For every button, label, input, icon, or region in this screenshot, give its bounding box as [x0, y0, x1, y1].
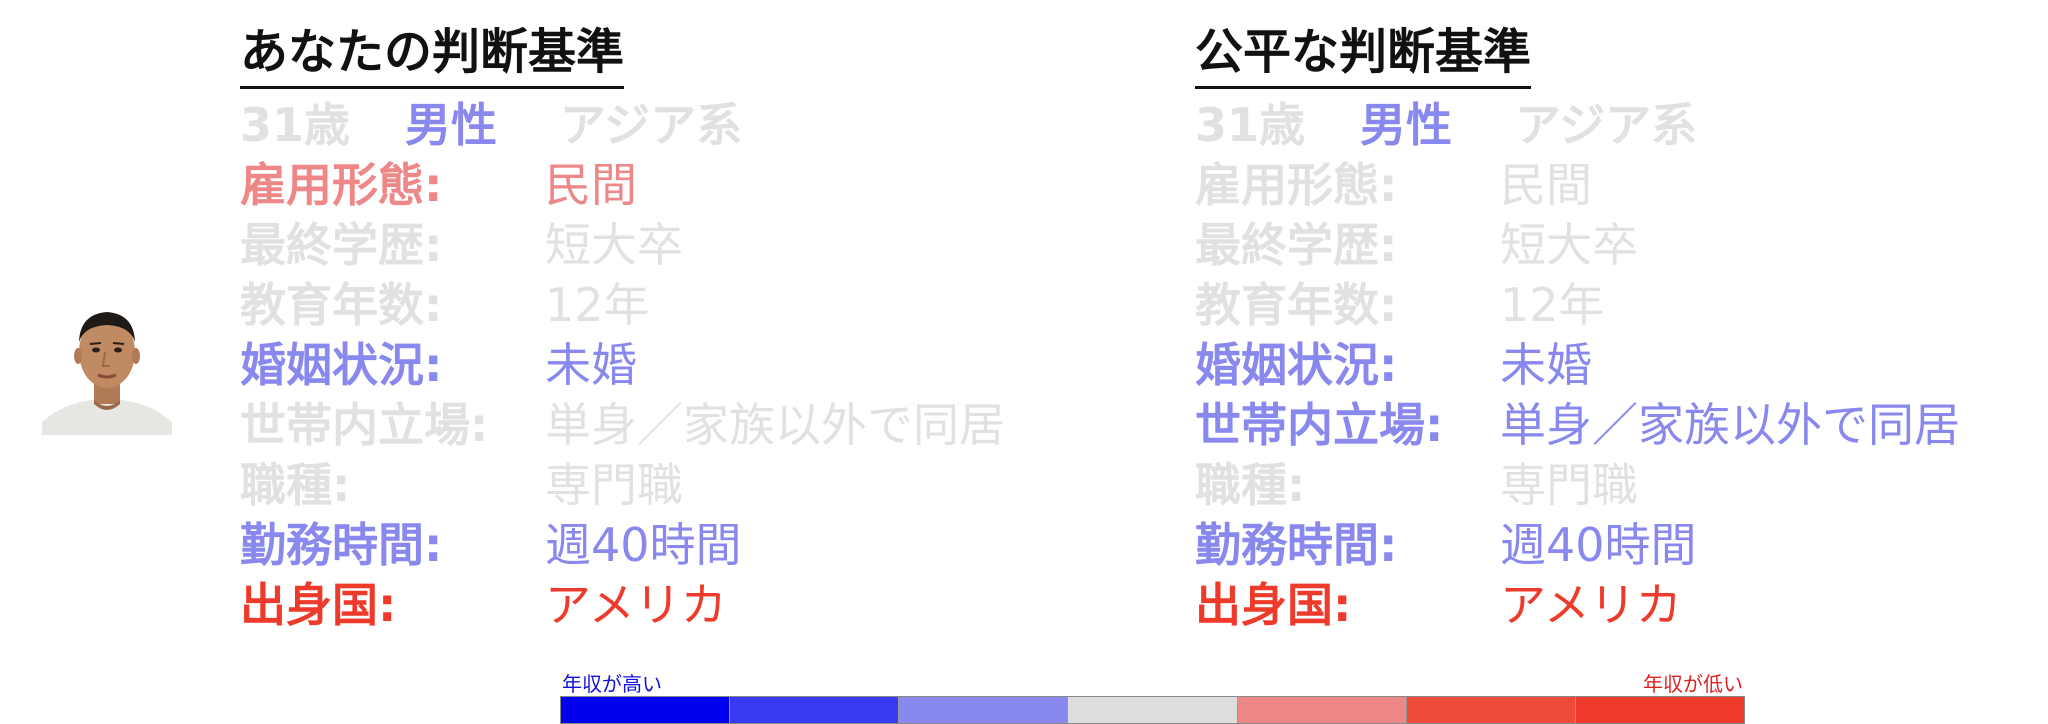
attribute-label: 教育年数:	[240, 278, 443, 332]
demographics-row: 31歳 男性 アジア系	[1195, 95, 1697, 155]
attribute-value: 短大卒	[545, 218, 683, 272]
attribute-row-household: 世帯内立場: 単身／家族以外で同居	[1195, 395, 1960, 455]
attribute-row-hours: 勤務時間: 週40時間	[1195, 515, 1697, 575]
legend-labels: 年収が高い 年収が低い	[560, 668, 1745, 696]
attribute-value: 単身／家族以外で同居	[545, 398, 1005, 452]
legend-color-scale	[560, 696, 1745, 724]
legend-swatch	[561, 697, 731, 723]
legend-swatch	[899, 697, 1069, 723]
attribute-row-education: 最終学歴: 短大卒	[1195, 215, 1697, 275]
person-photo	[42, 312, 172, 435]
panel-fair-criteria: 公平な判断基準 31歳 男性 アジア系 雇用形態: 民間 最終学歴: 短大卒 教育年…	[1195, 20, 1960, 635]
attribute-label: 婚姻状況:	[240, 338, 443, 392]
attribute-value: 未婚	[1500, 338, 1592, 392]
attribute-value: 専門職	[1500, 458, 1638, 512]
ethnicity-label: アジア系	[560, 98, 743, 152]
panel-title: 公平な判断基準	[1195, 20, 1532, 89]
attribute-label: 職種:	[240, 458, 351, 512]
attribute-label: 勤務時間:	[1195, 518, 1398, 572]
legend-swatch	[1575, 697, 1744, 723]
attribute-label: 出身国:	[240, 578, 397, 632]
attribute-row-country: 出身国: アメリカ	[240, 575, 742, 635]
attribute-value: アメリカ	[545, 578, 727, 632]
attribute-value: 週40時間	[1500, 518, 1697, 572]
attribute-label: 世帯内立場:	[240, 398, 489, 452]
legend-swatch	[1237, 697, 1407, 723]
attribute-value: 専門職	[545, 458, 683, 512]
gender-label: 男性	[1360, 98, 1452, 152]
attribute-row-occupation: 職種: 専門職	[1195, 455, 1697, 515]
gender-label: 男性	[405, 98, 497, 152]
attribute-value: 12年	[545, 278, 650, 332]
age-label: 31歳	[240, 98, 351, 152]
attribute-value: 民間	[1500, 158, 1592, 212]
attribute-label: 職種:	[1195, 458, 1306, 512]
attribute-row-occupation: 職種: 専門職	[240, 455, 742, 515]
attribute-row-country: 出身国: アメリカ	[1195, 575, 1697, 635]
attribute-label: 世帯内立場:	[1195, 398, 1444, 452]
attribute-value: 未婚	[545, 338, 637, 392]
attribute-value: 単身／家族以外で同居	[1500, 398, 1960, 452]
attribute-value: 民間	[545, 158, 637, 212]
legend-low-income-label: 年収が低い	[1643, 672, 1743, 696]
panel-your-criteria: あなたの判断基準 31歳 男性 アジア系 雇用形態: 民間 最終学歴: 短大卒 教育…	[240, 20, 1005, 635]
attribute-label: 婚姻状況:	[1195, 338, 1398, 392]
attribute-label: 最終学歴:	[1195, 218, 1398, 272]
legend-swatch	[1068, 697, 1238, 723]
attribute-row-employment: 雇用形態: 民間	[240, 155, 742, 215]
ethnicity-label: アジア系	[1515, 98, 1698, 152]
attribute-value: 週40時間	[545, 518, 742, 572]
age-label: 31歳	[1195, 98, 1306, 152]
panel-title: あなたの判断基準	[240, 20, 625, 89]
attribute-row-education: 最終学歴: 短大卒	[240, 215, 742, 275]
attribute-label: 勤務時間:	[240, 518, 443, 572]
attribute-row-marital: 婚姻状況: 未婚	[1195, 335, 1697, 395]
income-legend: 年収が高い 年収が低い	[560, 668, 1745, 724]
legend-swatch	[1406, 697, 1576, 723]
attribute-value: 短大卒	[1500, 218, 1638, 272]
attribute-value: アメリカ	[1500, 578, 1682, 632]
attribute-row-hours: 勤務時間: 週40時間	[240, 515, 742, 575]
attribute-label: 教育年数:	[1195, 278, 1398, 332]
attribute-row-employment: 雇用形態: 民間	[1195, 155, 1697, 215]
attribute-value: 12年	[1500, 278, 1605, 332]
attribute-label: 出身国:	[1195, 578, 1352, 632]
demographics-row: 31歳 男性 アジア系	[240, 95, 742, 155]
legend-swatch	[730, 697, 900, 723]
attribute-row-marital: 婚姻状況: 未婚	[240, 335, 742, 395]
attribute-label: 最終学歴:	[240, 218, 443, 272]
attribute-row-household: 世帯内立場: 単身／家族以外で同居	[240, 395, 1005, 455]
attribute-label: 雇用形態:	[240, 158, 443, 212]
attribute-label: 雇用形態:	[1195, 158, 1398, 212]
attribute-row-education-years: 教育年数: 12年	[1195, 275, 1697, 335]
attribute-row-education-years: 教育年数: 12年	[240, 275, 742, 335]
legend-high-income-label: 年収が高い	[562, 672, 662, 696]
